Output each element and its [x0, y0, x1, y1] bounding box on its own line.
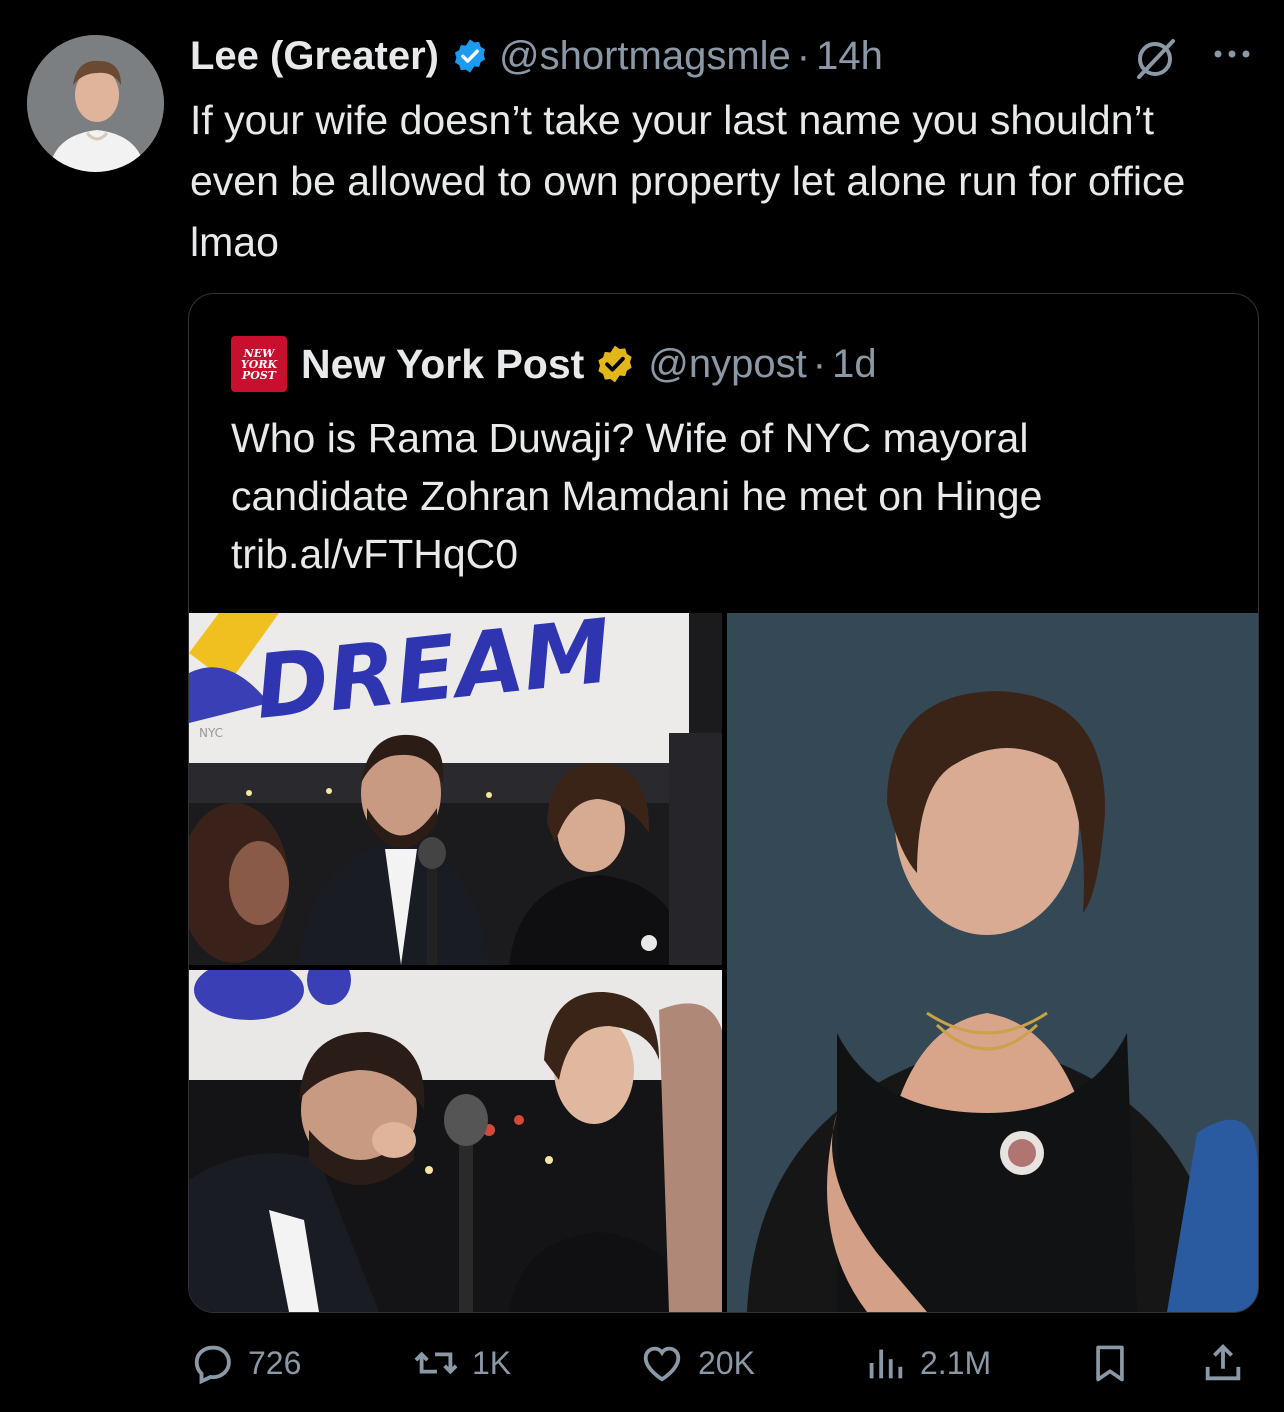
banner-small-text: NYC — [199, 726, 223, 740]
verified-badge-icon — [454, 39, 486, 73]
bookmark-icon — [1096, 1345, 1124, 1382]
separator-dot: · — [812, 341, 827, 386]
tweet-text: If your wife doesn’t take your last name… — [190, 97, 1186, 265]
reply-count: 726 — [248, 1344, 302, 1381]
reply-button[interactable]: 726 — [190, 1338, 301, 1388]
avatar-image — [27, 35, 164, 172]
author-avatar[interactable] — [27, 35, 164, 172]
share-icon — [1205, 1343, 1241, 1381]
quoted-tweet[interactable]: NEW YORK POST New York Post @nypost · 1d… — [188, 293, 1259, 1313]
like-button[interactable]: 20K — [638, 1338, 755, 1388]
quoted-tweet-text: Who is Rama Duwaji? Wife of NYC mayoral … — [231, 409, 1231, 583]
repost-icon — [414, 1351, 458, 1375]
views-button[interactable]: 2.1M — [862, 1338, 991, 1388]
photo-kissing-hand[interactable] — [189, 970, 722, 1312]
repost-count: 1K — [472, 1344, 512, 1381]
more-options-icon[interactable] — [1211, 42, 1253, 66]
view-count: 2.1M — [920, 1344, 992, 1381]
repost-button[interactable]: 1K — [412, 1338, 511, 1388]
grok-icon[interactable] — [1133, 37, 1179, 79]
quoted-tweet-header: NEW YORK POST New York Post @nypost · 1d — [231, 334, 877, 394]
like-count: 20K — [698, 1344, 755, 1381]
share-button[interactable] — [1200, 1338, 1258, 1388]
nypost-logo-icon[interactable]: NEW YORK POST — [231, 336, 287, 392]
bookmark-button[interactable] — [1088, 1338, 1144, 1388]
photo-rama-duwaji-portrait[interactable] — [727, 613, 1258, 1312]
media-grid: DREAM NYC — [189, 613, 1258, 1312]
quoted-link[interactable]: trib.al/vFTHqC0 — [231, 525, 1231, 583]
analytics-icon — [869, 1349, 903, 1379]
separator-dot: · — [796, 33, 811, 78]
tweet-time[interactable]: 14h — [816, 34, 883, 79]
tweet-header: Lee (Greater) @shortmagsmle · 14h — [190, 30, 883, 82]
verified-org-badge-icon — [598, 345, 632, 383]
author-name[interactable]: Lee (Greater) — [190, 34, 439, 79]
quoted-tweet-time[interactable]: 1d — [832, 342, 877, 387]
heart-icon — [643, 1346, 681, 1382]
author-handle[interactable]: @shortmagsmle — [499, 34, 791, 79]
tweet-action-bar: 726 1K 20K 2.1M — [190, 1338, 1250, 1388]
quoted-author-name[interactable]: New York Post — [301, 341, 584, 388]
reply-icon — [194, 1345, 231, 1385]
photo-couple-at-microphone[interactable]: DREAM NYC — [189, 613, 722, 965]
quoted-author-handle[interactable]: @nypost — [648, 342, 806, 387]
